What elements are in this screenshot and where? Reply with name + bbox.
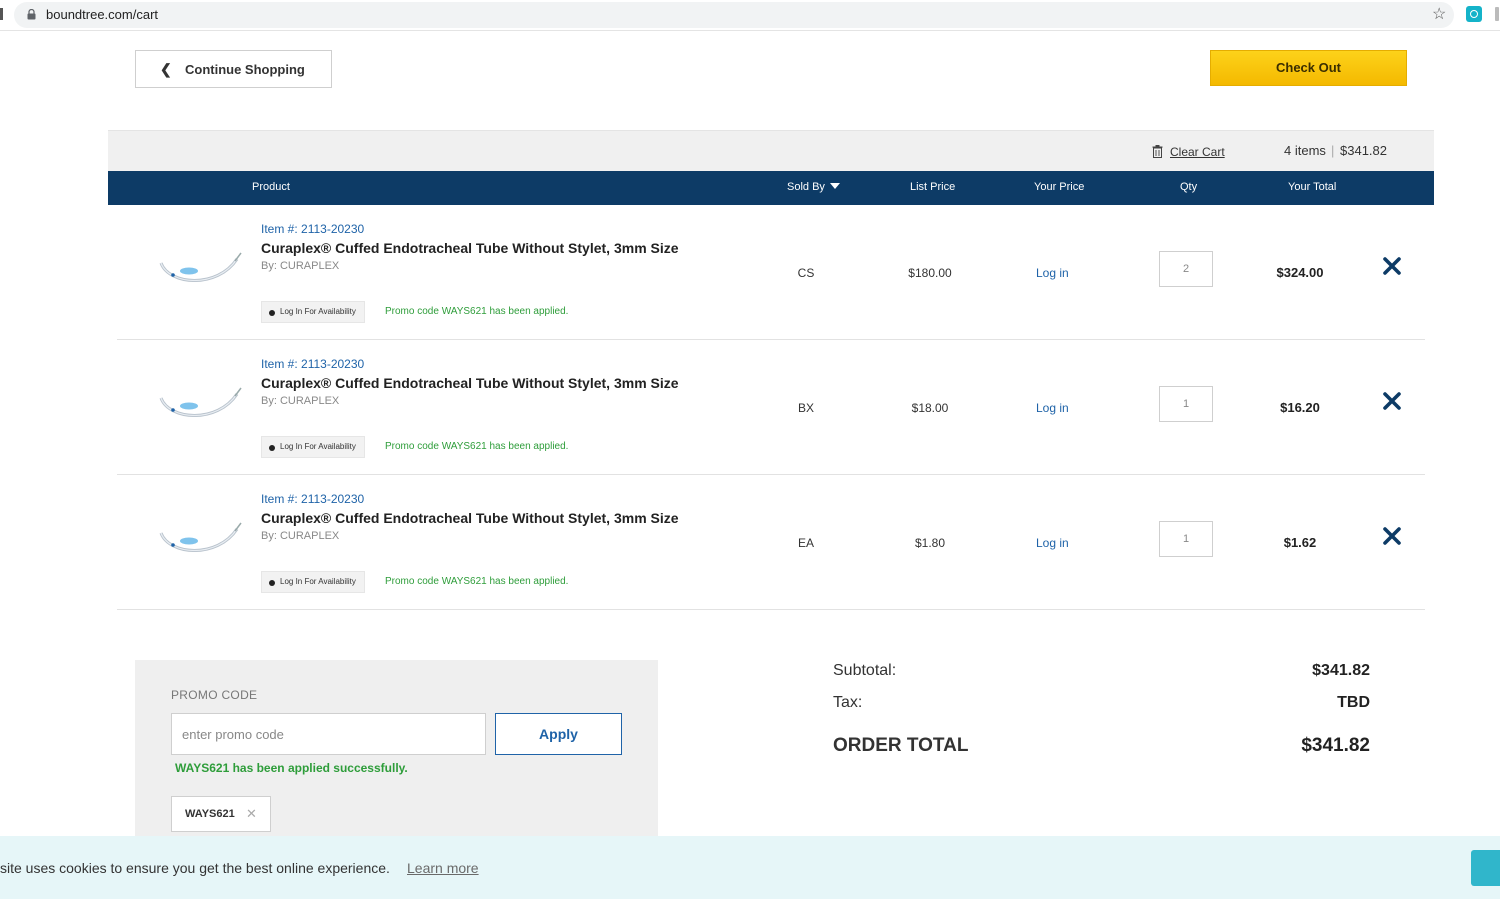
clear-cart-link[interactable]: Clear Cart xyxy=(1170,145,1225,159)
product-image[interactable] xyxy=(157,249,243,293)
cart-row: Item #: 2113-20230 Curaplex® Cuffed Endo… xyxy=(117,340,1425,475)
product-image[interactable] xyxy=(157,384,243,428)
your-price-login-link[interactable]: Log in xyxy=(1036,401,1069,415)
header-list-price: List Price xyxy=(910,181,956,193)
sold-by-value: EA xyxy=(797,536,814,550)
availability-label: Log In For Availability xyxy=(280,307,356,316)
promo-success-message: WAYS621 has been applied successfully. xyxy=(175,761,408,775)
cart-item-count: 4 items xyxy=(1284,143,1326,158)
list-price-value: $180.00 xyxy=(908,266,952,280)
cart-table-header: Product Sold By List Price Your Price Qt… xyxy=(108,171,1434,205)
promo-code-input[interactable] xyxy=(171,713,486,755)
product-image[interactable] xyxy=(157,519,243,563)
tax-value: TBD xyxy=(1337,694,1370,711)
product-name[interactable]: Curaplex® Cuffed Endotracheal Tube Witho… xyxy=(261,240,679,256)
product-name[interactable]: Curaplex® Cuffed Endotracheal Tube Witho… xyxy=(261,510,679,526)
row-total: $324.00 xyxy=(1276,265,1324,280)
lock-icon xyxy=(27,9,36,20)
subtotal-label: Subtotal: xyxy=(833,662,897,679)
product-brand: By: CURAPLEX xyxy=(261,395,340,407)
sold-by-value: BX xyxy=(797,401,814,415)
quantity-input[interactable]: 2 xyxy=(1159,251,1213,287)
menu-edge-icon[interactable] xyxy=(1495,7,1499,21)
availability-label: Log In For Availability xyxy=(280,577,356,586)
checkout-button[interactable]: Check Out xyxy=(1210,50,1407,86)
header-your-total: Your Total xyxy=(1288,181,1337,193)
promo-code-title: PROMO CODE xyxy=(171,688,258,702)
quantity-input[interactable]: 1 xyxy=(1159,386,1213,422)
bookmark-star-icon[interactable]: ☆ xyxy=(1432,6,1446,24)
bullet-icon xyxy=(269,445,275,451)
order-total-value: $341.82 xyxy=(1301,735,1370,756)
product-name[interactable]: Curaplex® Cuffed Endotracheal Tube Witho… xyxy=(261,375,679,391)
your-price-login-link[interactable]: Log in xyxy=(1036,266,1069,280)
window-edge xyxy=(0,8,3,20)
subtotal-value: $341.82 xyxy=(1312,662,1370,679)
browser-toolbar: boundtree.com/cart ☆ xyxy=(0,0,1500,31)
address-bar[interactable] xyxy=(14,2,1454,28)
your-price-login-link[interactable]: Log in xyxy=(1036,536,1069,550)
caret-down-icon xyxy=(829,183,840,189)
order-total-label: ORDER TOTAL xyxy=(833,735,969,756)
sold-by-value: CS xyxy=(797,266,815,280)
product-brand: By: CURAPLEX xyxy=(261,260,340,272)
header-sold-by-label: Sold By xyxy=(787,181,825,193)
row-total: $1.62 xyxy=(1283,535,1317,550)
availability-label: Log In For Availability xyxy=(280,442,356,451)
bullet-icon xyxy=(269,580,275,586)
row-total: $16.20 xyxy=(1280,400,1320,415)
header-qty: Qty xyxy=(1180,181,1198,193)
tax-label: Tax: xyxy=(833,694,863,711)
applied-promo-chip: WAYS621 ✕ xyxy=(171,796,271,832)
promo-applied-note: Promo code WAYS621 has been applied. xyxy=(385,306,569,317)
availability-badge[interactable]: Log In For Availability xyxy=(261,436,365,458)
cookie-accept-button[interactable] xyxy=(1471,850,1500,886)
item-number[interactable]: Item #: 2113-20230 xyxy=(261,357,364,371)
continue-shopping-button[interactable]: ❮ Continue Shopping xyxy=(135,50,332,88)
remove-promo-icon[interactable]: ✕ xyxy=(246,806,257,822)
item-number[interactable]: Item #: 2113-20230 xyxy=(261,492,364,506)
bullet-icon xyxy=(269,310,275,316)
learn-more-link[interactable]: Learn more xyxy=(407,860,479,876)
header-your-price: Your Price xyxy=(1034,181,1085,193)
cart-row: Item #: 2113-20230 Curaplex® Cuffed Endo… xyxy=(117,475,1425,610)
header-product: Product xyxy=(252,181,290,193)
remove-item-icon[interactable] xyxy=(1382,526,1402,546)
promo-code-panel: PROMO CODE Apply WAYS621 has been applie… xyxy=(135,660,658,836)
list-price-value: $1.80 xyxy=(914,536,946,550)
cookie-banner: site uses cookies to ensure you get the … xyxy=(0,836,1500,899)
extension-icon[interactable] xyxy=(1466,6,1482,22)
list-price-value: $18.00 xyxy=(911,401,949,415)
product-brand: By: CURAPLEX xyxy=(261,530,340,542)
cart-summary-bar xyxy=(108,130,1434,171)
item-number[interactable]: Item #: 2113-20230 xyxy=(261,222,364,236)
trash-icon[interactable] xyxy=(1152,145,1163,158)
cart-total: $341.82 xyxy=(1340,143,1387,158)
quantity-input[interactable]: 1 xyxy=(1159,521,1213,557)
chevron-left-icon: ❮ xyxy=(160,61,172,77)
promo-applied-note: Promo code WAYS621 has been applied. xyxy=(385,441,569,452)
header-sold-by[interactable]: Sold By xyxy=(787,181,840,193)
cart-row: Item #: 2113-20230 Curaplex® Cuffed Endo… xyxy=(117,205,1425,340)
promo-applied-note: Promo code WAYS621 has been applied. xyxy=(385,576,569,587)
continue-shopping-label: Continue Shopping xyxy=(185,62,305,77)
availability-badge[interactable]: Log In For Availability xyxy=(261,301,365,323)
cart-separator: | xyxy=(1331,143,1335,158)
applied-promo-code: WAYS621 xyxy=(185,808,235,820)
url-text[interactable]: boundtree.com/cart xyxy=(46,7,158,22)
cookie-message: site uses cookies to ensure you get the … xyxy=(0,860,390,876)
remove-item-icon[interactable] xyxy=(1382,256,1402,276)
apply-promo-button[interactable]: Apply xyxy=(495,713,622,755)
checkout-label: Check Out xyxy=(1275,60,1341,75)
availability-badge[interactable]: Log In For Availability xyxy=(261,571,365,593)
remove-item-icon[interactable] xyxy=(1382,391,1402,411)
